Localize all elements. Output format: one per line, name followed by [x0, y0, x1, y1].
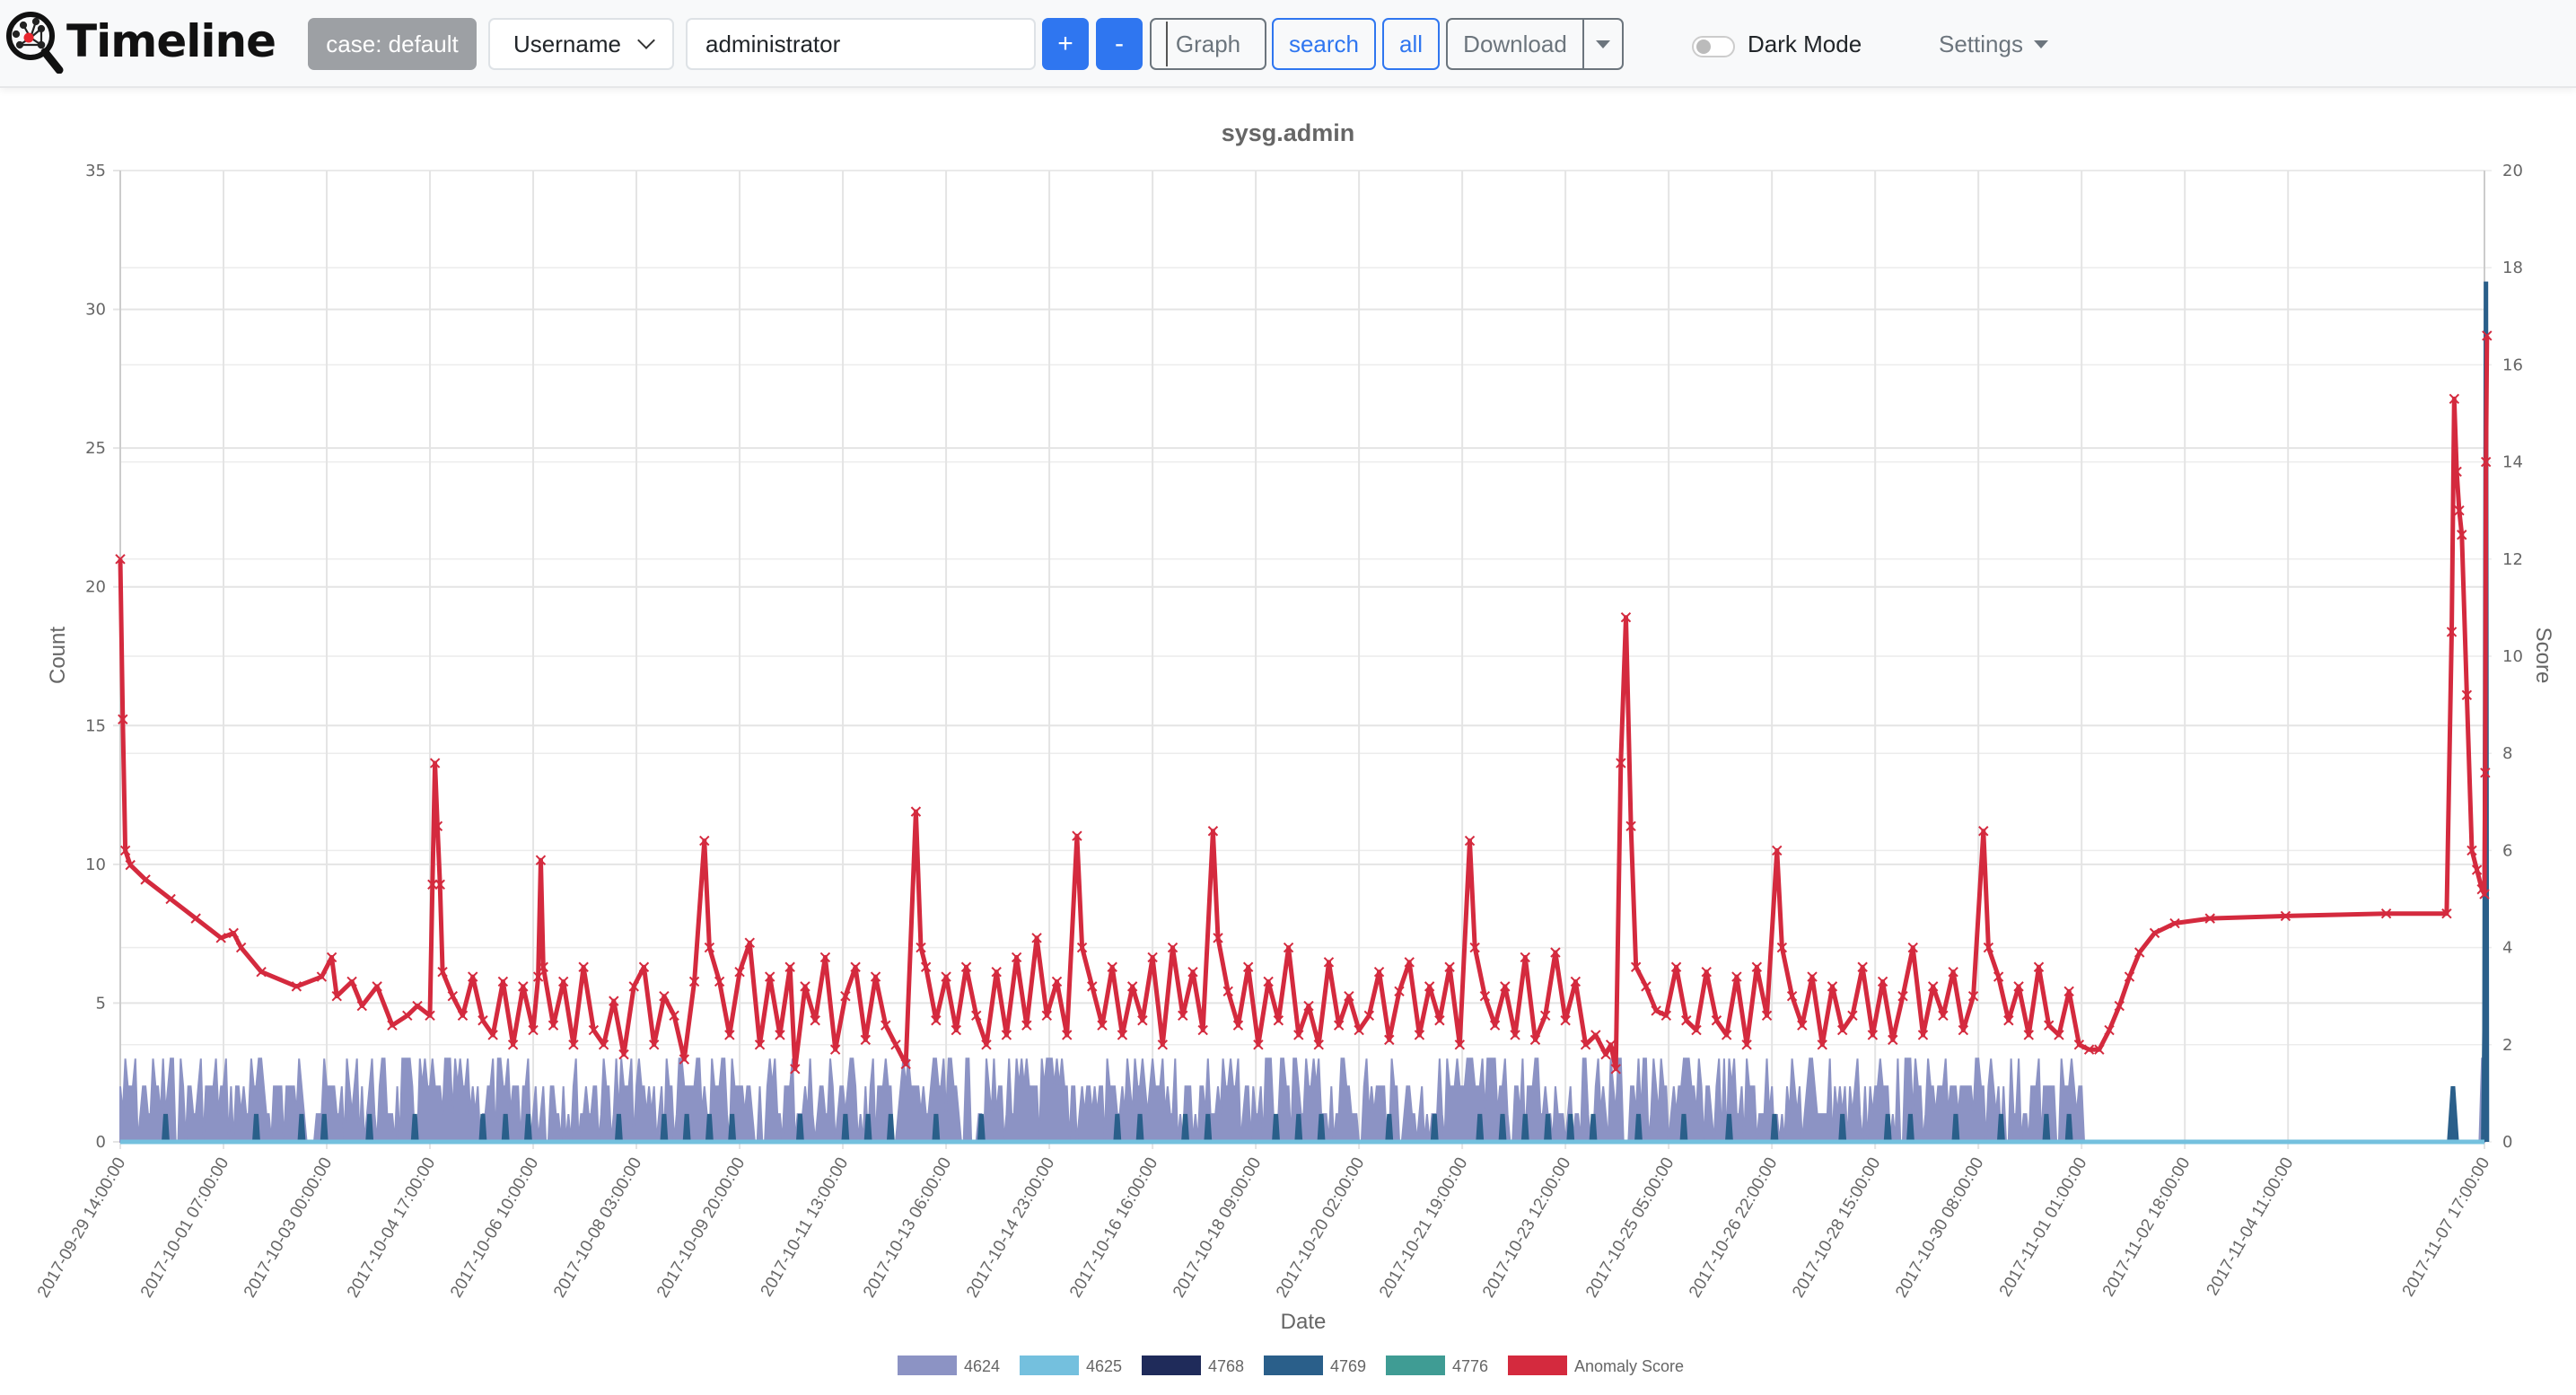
timeline-chart: sysg.admin 0 5 10 15 20 25 30 35 0 2 4 6 8 10 12 14 16 1… [34, 119, 2555, 1375]
x-axis: 2017-09-29 14:00:00 2017-10-01 07:00:00 20… [34, 1154, 2493, 1301]
toggle-knob [1696, 39, 1711, 54]
y2-tick-label: 8 [2502, 744, 2512, 763]
series-anomaly-score-line [118, 335, 2490, 1072]
legend-label: Anomaly Score [1574, 1357, 1684, 1375]
caret-down-icon [1596, 39, 1610, 48]
graph-button[interactable]: Graph [1150, 18, 1266, 70]
legend-swatch [1508, 1356, 1567, 1375]
y2-axis-title: Score [2531, 627, 2555, 684]
x-tick-label: 2017-10-23 12:00:00 [1479, 1154, 1574, 1301]
zoom-out-button[interactable]: - [1096, 18, 1143, 70]
brand-title: Timeline [66, 15, 276, 67]
y2-tick-label: 4 [2502, 939, 2512, 958]
caret-down-icon [2033, 40, 2048, 48]
x-axis-title: Date [1281, 1310, 1327, 1334]
dark-mode-toggle[interactable] [1692, 36, 1735, 57]
x-tick-label: 2017-10-21 19:00:00 [1376, 1154, 1471, 1301]
search-input[interactable] [686, 18, 1036, 70]
y2-tick-label: 2 [2502, 1036, 2512, 1055]
y2-tick-label: 6 [2502, 841, 2512, 860]
all-button[interactable]: all [1382, 18, 1440, 70]
y2-tick-label: 0 [2502, 1133, 2512, 1152]
search-button[interactable]: search [1272, 18, 1376, 70]
legend-label: 4768 [1208, 1357, 1244, 1375]
x-tick-label: 2017-09-29 14:00:00 [34, 1154, 129, 1301]
x-tick-label: 2017-10-28 15:00:00 [1789, 1154, 1884, 1301]
brand[interactable]: Timeline [4, 9, 276, 74]
x-tick-label: 2017-11-04 11:00:00 [2204, 1154, 2298, 1299]
timeline-logo-icon [6, 12, 64, 74]
y-tick-label: 35 [85, 162, 106, 180]
x-tick-label: 2017-10-14 23:00:00 [963, 1154, 1058, 1301]
dark-mode-label: Dark Mode [1748, 31, 1862, 57]
x-tick-label: 2017-10-16 16:00:00 [1066, 1154, 1161, 1301]
x-tick-label: 2017-10-25 05:00:00 [1582, 1154, 1678, 1301]
graph-button-divider [1166, 22, 1168, 66]
y-tick-label: 15 [85, 716, 106, 735]
y-tick-label: 20 [85, 578, 106, 597]
chart-title: sysg.admin [1222, 119, 1355, 146]
x-tick-label: 2017-11-07 17:00:00 [2399, 1154, 2494, 1300]
x-tick-label: 2017-10-26 22:00:00 [1686, 1154, 1781, 1301]
y2-tick-label: 12 [2502, 550, 2523, 569]
x-tick-label: 2017-10-08 03:00:00 [550, 1154, 645, 1301]
series-4769-line [161, 281, 2490, 1143]
y-axis-title: Count [46, 627, 70, 684]
legend-swatch [1142, 1356, 1201, 1375]
legend-swatch [1386, 1356, 1445, 1375]
legend-label: 4769 [1330, 1357, 1366, 1375]
top-navbar: Timeline case: default Username + - Grap… [0, 0, 2576, 88]
x-tick-label: 2017-10-18 09:00:00 [1170, 1154, 1265, 1301]
y2-tick-label: 10 [2502, 647, 2523, 666]
legend-swatch [898, 1356, 957, 1375]
chart-legend: 4624 4625 4768 4769 4776 Anomaly Score [898, 1356, 1684, 1375]
x-tick-label: 2017-10-20 02:00:00 [1273, 1154, 1368, 1301]
y2-tick-label: 14 [2502, 453, 2523, 472]
y-axis-left: 0 5 10 15 20 25 30 35 [85, 162, 106, 1152]
legend-swatch [1264, 1356, 1323, 1375]
zoom-in-button[interactable]: + [1042, 18, 1089, 70]
graph-button-label: Graph [1175, 30, 1241, 57]
download-button[interactable]: Download [1448, 20, 1584, 68]
x-tick-label: 2017-10-03 00:00:00 [241, 1154, 336, 1301]
y-tick-label: 30 [85, 301, 106, 320]
y-tick-label: 0 [96, 1133, 106, 1152]
y-tick-label: 25 [85, 439, 106, 458]
download-dropdown-toggle[interactable] [1584, 20, 1622, 68]
y-axis-right: 0 2 4 6 8 10 12 14 16 18 20 [2502, 162, 2523, 1152]
x-tick-label: 2017-10-11 13:00:00 [758, 1154, 853, 1300]
download-button-group: Download [1446, 18, 1624, 70]
chevron-down-icon [637, 31, 655, 49]
y2-tick-label: 20 [2502, 162, 2523, 180]
field-select[interactable]: Username [488, 18, 674, 70]
series-4624-area [119, 1057, 2485, 1143]
x-tick-label: 2017-11-01 01:00:00 [1996, 1154, 2091, 1300]
legend-label: 4776 [1452, 1357, 1488, 1375]
case-badge-button[interactable]: case: default [308, 18, 477, 70]
legend-label: 4625 [1086, 1357, 1122, 1375]
y2-tick-label: 18 [2502, 259, 2523, 277]
chart-series [115, 281, 2493, 1145]
y-tick-label: 5 [96, 994, 106, 1013]
legend-label: 4624 [964, 1357, 1000, 1375]
x-tick-label: 2017-10-09 20:00:00 [653, 1154, 749, 1301]
x-tick-label: 2017-10-04 17:00:00 [344, 1154, 439, 1301]
x-tick-label: 2017-11-02 18:00:00 [2099, 1154, 2195, 1300]
x-tick-label: 2017-10-13 06:00:00 [860, 1154, 955, 1301]
field-select-value: Username [513, 30, 621, 57]
settings-label: Settings [1939, 31, 2023, 57]
legend-swatch [1020, 1356, 1079, 1375]
x-tick-label: 2017-10-01 07:00:00 [137, 1154, 232, 1301]
y-tick-label: 10 [85, 855, 106, 874]
y2-tick-label: 16 [2502, 355, 2523, 374]
x-tick-label: 2017-10-06 10:00:00 [447, 1154, 542, 1301]
x-tick-label: 2017-10-30 08:00:00 [1892, 1154, 1987, 1301]
grid-lines [113, 170, 2492, 1149]
settings-dropdown[interactable]: Settings [1939, 31, 2048, 58]
